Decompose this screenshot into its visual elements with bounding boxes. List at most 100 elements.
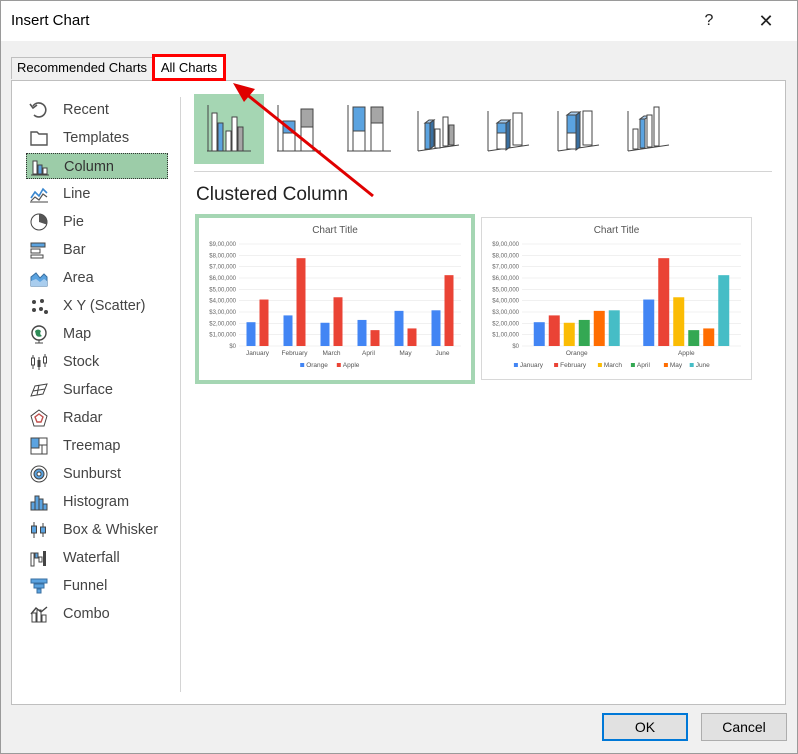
category-column[interactable]: Column bbox=[26, 153, 168, 179]
category-box-whisker[interactable]: Box & Whisker bbox=[26, 517, 168, 543]
surface-chart-icon bbox=[30, 383, 48, 397]
radar-chart-icon bbox=[30, 409, 48, 427]
bar bbox=[394, 310, 404, 346]
stacked-column-icon bbox=[277, 105, 321, 152]
bar bbox=[246, 322, 256, 346]
category-templates[interactable]: Templates bbox=[26, 125, 168, 151]
category-area[interactable]: Area bbox=[26, 265, 168, 291]
x-tick-label: February bbox=[281, 350, 308, 357]
line-chart-icon bbox=[30, 187, 48, 203]
chart-preview-by-fruit[interactable]: Chart Title $0 $1,00,000 $2,00,000 $3,00,000… bbox=[481, 217, 752, 380]
x-tick-label: Apple bbox=[678, 350, 695, 357]
category-recent[interactable]: Recent bbox=[26, 97, 168, 123]
legend-swatch bbox=[554, 363, 559, 367]
x-tick-label: June bbox=[435, 350, 449, 357]
funnel-chart-icon bbox=[30, 578, 48, 594]
legend-label: Orange bbox=[306, 362, 328, 369]
y-tick-label: $4,00,000 bbox=[492, 299, 519, 305]
bar bbox=[431, 310, 441, 346]
subtype-clustered-column[interactable] bbox=[194, 94, 264, 164]
category-treemap[interactable]: Treemap bbox=[26, 433, 168, 459]
subtype-3d-100-stacked-column[interactable] bbox=[544, 94, 614, 164]
y-tick-label: $6,00,000 bbox=[209, 276, 236, 282]
area-chart-icon bbox=[30, 272, 48, 287]
category-histogram[interactable]: Histogram bbox=[26, 489, 168, 515]
category-label: Funnel bbox=[63, 578, 108, 594]
category-label: Stock bbox=[63, 354, 100, 370]
y-tick-label: $0 bbox=[512, 344, 519, 350]
subtype-3d-column[interactable] bbox=[614, 94, 684, 164]
bar bbox=[688, 330, 700, 346]
chart-title: Chart Title bbox=[594, 225, 640, 236]
y-tick-label: $1,00,000 bbox=[492, 333, 519, 339]
bar bbox=[320, 322, 330, 346]
subtype-3d-clustered-column[interactable] bbox=[404, 94, 474, 164]
cancel-button[interactable]: Cancel bbox=[701, 713, 787, 741]
category-funnel[interactable]: Funnel bbox=[26, 573, 168, 599]
close-button[interactable]: ✕ bbox=[753, 9, 779, 33]
category-pie[interactable]: Pie bbox=[26, 209, 168, 235]
y-tick-label: $0 bbox=[229, 344, 236, 350]
bar bbox=[673, 297, 685, 346]
preview-chart-1: Chart Title $0 $1,00,000 $2,00,000 $3,00,000… bbox=[209, 225, 461, 369]
subtype-3d-stacked-column[interactable] bbox=[474, 94, 544, 164]
legend-swatch bbox=[689, 363, 694, 367]
selected-subtype-title: Clustered Column bbox=[196, 184, 349, 205]
bar bbox=[608, 310, 620, 346]
legend-swatch bbox=[630, 363, 635, 367]
ok-button[interactable]: OK bbox=[602, 713, 688, 741]
column-chart-icon bbox=[31, 160, 49, 176]
category-surface[interactable]: Surface bbox=[26, 377, 168, 403]
y-tick-label: $8,00,000 bbox=[492, 253, 519, 259]
tab-recommended-charts[interactable]: Recommended Charts bbox=[11, 57, 154, 79]
category-combo[interactable]: Combo bbox=[26, 601, 168, 627]
category-label: Waterfall bbox=[63, 550, 120, 566]
legend-label: May bbox=[670, 362, 683, 369]
bar bbox=[370, 330, 380, 346]
gallery-separator bbox=[194, 171, 772, 172]
3d-stacked-column-icon bbox=[487, 111, 530, 152]
category-stock[interactable]: Stock bbox=[26, 349, 168, 375]
category-sunburst[interactable]: Sunburst bbox=[26, 461, 168, 487]
y-tick-label: $3,00,000 bbox=[492, 310, 519, 316]
bar bbox=[718, 275, 730, 346]
3d-percent-stacked-column-icon bbox=[557, 110, 600, 152]
category-label: Recent bbox=[63, 102, 109, 118]
sunburst-chart-icon bbox=[30, 465, 48, 483]
y-tick-label: $1,00,000 bbox=[209, 333, 236, 339]
category-radar[interactable]: Radar bbox=[26, 405, 168, 431]
3d-clustered-column-icon bbox=[417, 111, 460, 152]
3d-column-icon bbox=[627, 106, 670, 152]
waterfall-chart-icon bbox=[30, 551, 46, 567]
subtype-stacked-column[interactable] bbox=[264, 94, 334, 164]
chart-preview-by-month[interactable]: Chart Title $0 $1,00,000 $2,00,000 $3,00,000… bbox=[195, 214, 475, 384]
legend-label: April bbox=[637, 362, 651, 369]
category-line[interactable]: Line bbox=[26, 181, 168, 207]
templates-icon bbox=[30, 131, 48, 146]
tab-all-charts[interactable]: All Charts bbox=[152, 54, 226, 81]
category-waterfall[interactable]: Waterfall bbox=[26, 545, 168, 571]
panel-divider bbox=[180, 97, 181, 692]
category-map[interactable]: Map bbox=[26, 321, 168, 347]
category-scatter[interactable]: X Y (Scatter) bbox=[26, 293, 168, 319]
scatter-chart-icon bbox=[32, 299, 48, 314]
legend-label: March bbox=[604, 362, 622, 369]
category-bar[interactable]: Bar bbox=[26, 237, 168, 263]
y-tick-label: $5,00,000 bbox=[209, 287, 236, 293]
legend-swatch bbox=[663, 363, 668, 367]
legend-swatch bbox=[597, 363, 602, 367]
y-tick-label: $9,00,000 bbox=[209, 242, 236, 248]
bar bbox=[296, 258, 306, 346]
category-label: Bar bbox=[63, 242, 86, 258]
treemap-chart-icon bbox=[30, 437, 48, 455]
category-label: X Y (Scatter) bbox=[63, 298, 146, 314]
bar bbox=[658, 258, 670, 346]
category-label: Radar bbox=[63, 410, 103, 426]
category-label: Pie bbox=[63, 214, 84, 230]
bar bbox=[533, 322, 545, 346]
category-label: Sunburst bbox=[63, 466, 122, 482]
bar bbox=[578, 319, 590, 346]
help-button[interactable]: ? bbox=[696, 9, 722, 33]
subtype-100-stacked-column[interactable] bbox=[334, 94, 404, 164]
box-whisker-chart-icon bbox=[31, 522, 46, 538]
